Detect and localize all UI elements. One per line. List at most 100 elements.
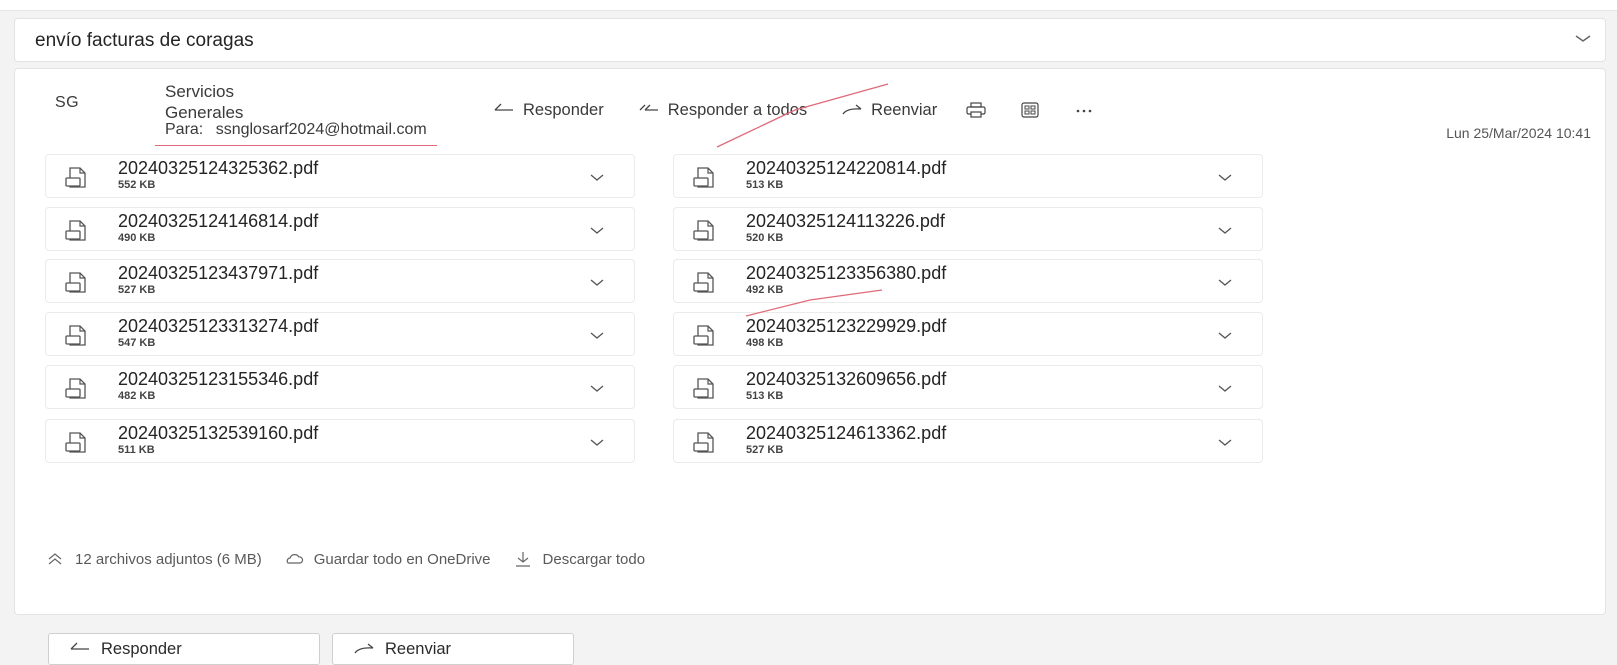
to-label: Para: [165, 121, 204, 138]
chevron-down-icon[interactable] [586, 274, 608, 290]
pdf-file-icon [693, 167, 714, 188]
message-toolbar: Responder Responder a todos Reenviar [493, 97, 1127, 123]
chevron-down-icon[interactable] [1214, 380, 1236, 396]
reply-icon [70, 642, 89, 650]
recipient-line: Para: ssnglosarf2024@hotmail.com [155, 119, 437, 146]
attachment-tile[interactable]: 20240325124325362.pdf 552 KB [45, 154, 635, 198]
chevron-down-icon[interactable] [586, 434, 608, 450]
top-strip [0, 0, 1617, 11]
chevron-down-icon[interactable] [1214, 222, 1236, 238]
immersive-reader-button[interactable] [1019, 102, 1041, 118]
collapse-attachments-button[interactable]: 12 archivos adjuntos (6 MB) [45, 551, 262, 568]
chevron-down-icon[interactable] [1214, 327, 1236, 343]
download-all-label: Descargar todo [542, 550, 646, 568]
forward-button[interactable]: Reenviar [841, 101, 937, 120]
attachment-size: 552 KB [118, 179, 156, 191]
reply-button[interactable]: Responder [493, 101, 604, 120]
reply-bottom-button[interactable]: Responder [48, 633, 320, 665]
attachment-tile[interactable]: 20240325132539160.pdf 511 KB [45, 419, 635, 463]
attachments-summary: 12 archivos adjuntos (6 MB) [75, 550, 262, 568]
attachment-name: 20240325123437971.pdf [118, 263, 319, 283]
subject-header[interactable]: envío facturas de coragas [14, 18, 1606, 62]
forward-bottom-label: Reenviar [385, 639, 452, 658]
download-icon [515, 552, 530, 567]
attachment-tile[interactable]: 20240325123229929.pdf 498 KB [673, 312, 1263, 356]
more-actions-button[interactable] [1073, 102, 1095, 118]
attachment-size: 527 KB [746, 444, 784, 456]
attachment-tile[interactable]: 20240325123356380.pdf 492 KB [673, 259, 1263, 303]
reply-bottom-label: Responder [101, 639, 182, 658]
attachment-name: 20240325132609656.pdf [746, 369, 947, 389]
attachment-name: 20240325124613362.pdf [746, 423, 947, 443]
forward-bottom-button[interactable]: Reenviar [332, 633, 574, 665]
attachment-tile[interactable]: 20240325132609656.pdf 513 KB [673, 365, 1263, 409]
forward-icon [842, 104, 862, 115]
reply-label: Responder [523, 100, 604, 119]
attachment-size: 547 KB [118, 337, 156, 349]
attachment-size: 520 KB [746, 232, 784, 244]
pdf-file-icon [693, 378, 714, 399]
pdf-file-icon [65, 220, 86, 241]
attachment-size: 511 KB [118, 444, 155, 456]
attachment-size: 527 KB [118, 284, 156, 296]
attachment-size: 490 KB [118, 232, 156, 244]
reply-icon [494, 103, 513, 111]
attachment-name: 20240325124220814.pdf [746, 158, 947, 178]
more-icon [1076, 109, 1092, 113]
forward-label: Reenviar [871, 100, 938, 119]
grid-view-icon [1021, 102, 1039, 118]
attachment-name: 20240325124325362.pdf [118, 158, 319, 178]
reply-all-icon [639, 104, 658, 111]
pdf-file-icon [65, 272, 86, 293]
pdf-file-icon [693, 272, 714, 293]
printer-icon [966, 102, 986, 118]
download-all-button[interactable]: Descargar todo [513, 550, 646, 568]
attachment-tile[interactable]: 20240325124613362.pdf 527 KB [673, 419, 1263, 463]
attachment-size: 513 KB [746, 179, 784, 191]
avatar[interactable]: SG [55, 94, 95, 124]
attachment-name: 20240325132539160.pdf [118, 423, 319, 443]
attachment-tile[interactable]: 20240325124113226.pdf 520 KB [673, 207, 1263, 251]
sender-name[interactable]: Servicios Generales [165, 81, 305, 123]
attachments-footer: 12 archivos adjuntos (6 MB) Guardar todo… [45, 548, 667, 570]
attachment-name: 20240325123229929.pdf [746, 316, 947, 336]
chevron-down-icon[interactable] [1214, 434, 1236, 450]
attachment-tile[interactable]: 20240325123155346.pdf 482 KB [45, 365, 635, 409]
attachment-name: 20240325123356380.pdf [746, 263, 947, 283]
attachment-tile[interactable]: 20240325124220814.pdf 513 KB [673, 154, 1263, 198]
pdf-file-icon [65, 378, 86, 399]
chevron-down-icon[interactable] [586, 222, 608, 238]
chevron-down-icon[interactable] [586, 327, 608, 343]
message-card: SG Servicios Generales Para: ssnglosarf2… [14, 68, 1606, 665]
attachment-tile[interactable]: 20240325123437971.pdf 527 KB [45, 259, 635, 303]
pdf-file-icon [65, 167, 86, 188]
pdf-file-icon [65, 325, 86, 346]
pdf-file-icon [693, 325, 714, 346]
attachment-size: 513 KB [746, 390, 784, 402]
save-onedrive-button[interactable]: Guardar todo en OneDrive [284, 551, 491, 568]
cloud-icon [286, 554, 303, 564]
chevron-down-icon[interactable] [586, 380, 608, 396]
attachment-tile[interactable]: 20240325123313274.pdf 547 KB [45, 312, 635, 356]
save-onedrive-label: Guardar todo en OneDrive [313, 550, 491, 568]
chevron-down-icon[interactable] [1571, 27, 1595, 51]
attachment-name: 20240325123155346.pdf [118, 369, 319, 389]
reply-all-button[interactable]: Responder a todos [638, 101, 807, 120]
attachment-tile[interactable]: 20240325124146814.pdf 490 KB [45, 207, 635, 251]
pdf-file-icon [693, 432, 714, 453]
to-email[interactable]: ssnglosarf2024@hotmail.com [216, 121, 427, 138]
forward-icon [354, 643, 374, 654]
pdf-file-icon [65, 432, 86, 453]
attachment-name: 20240325124113226.pdf [746, 211, 945, 231]
pdf-file-icon [693, 220, 714, 241]
chevron-down-icon[interactable] [1214, 274, 1236, 290]
message-datetime: Lun 25/Mar/2024 10:41 [1446, 125, 1591, 141]
chevron-double-up-icon [48, 553, 62, 565]
print-button[interactable] [965, 102, 987, 118]
attachment-name: 20240325123313274.pdf [118, 316, 319, 336]
chevron-down-icon[interactable] [1214, 169, 1236, 185]
reply-all-label: Responder a todos [667, 100, 808, 119]
attachment-size: 492 KB [746, 284, 784, 296]
subject-title: envío facturas de coragas [35, 30, 254, 51]
chevron-down-icon[interactable] [586, 169, 608, 185]
